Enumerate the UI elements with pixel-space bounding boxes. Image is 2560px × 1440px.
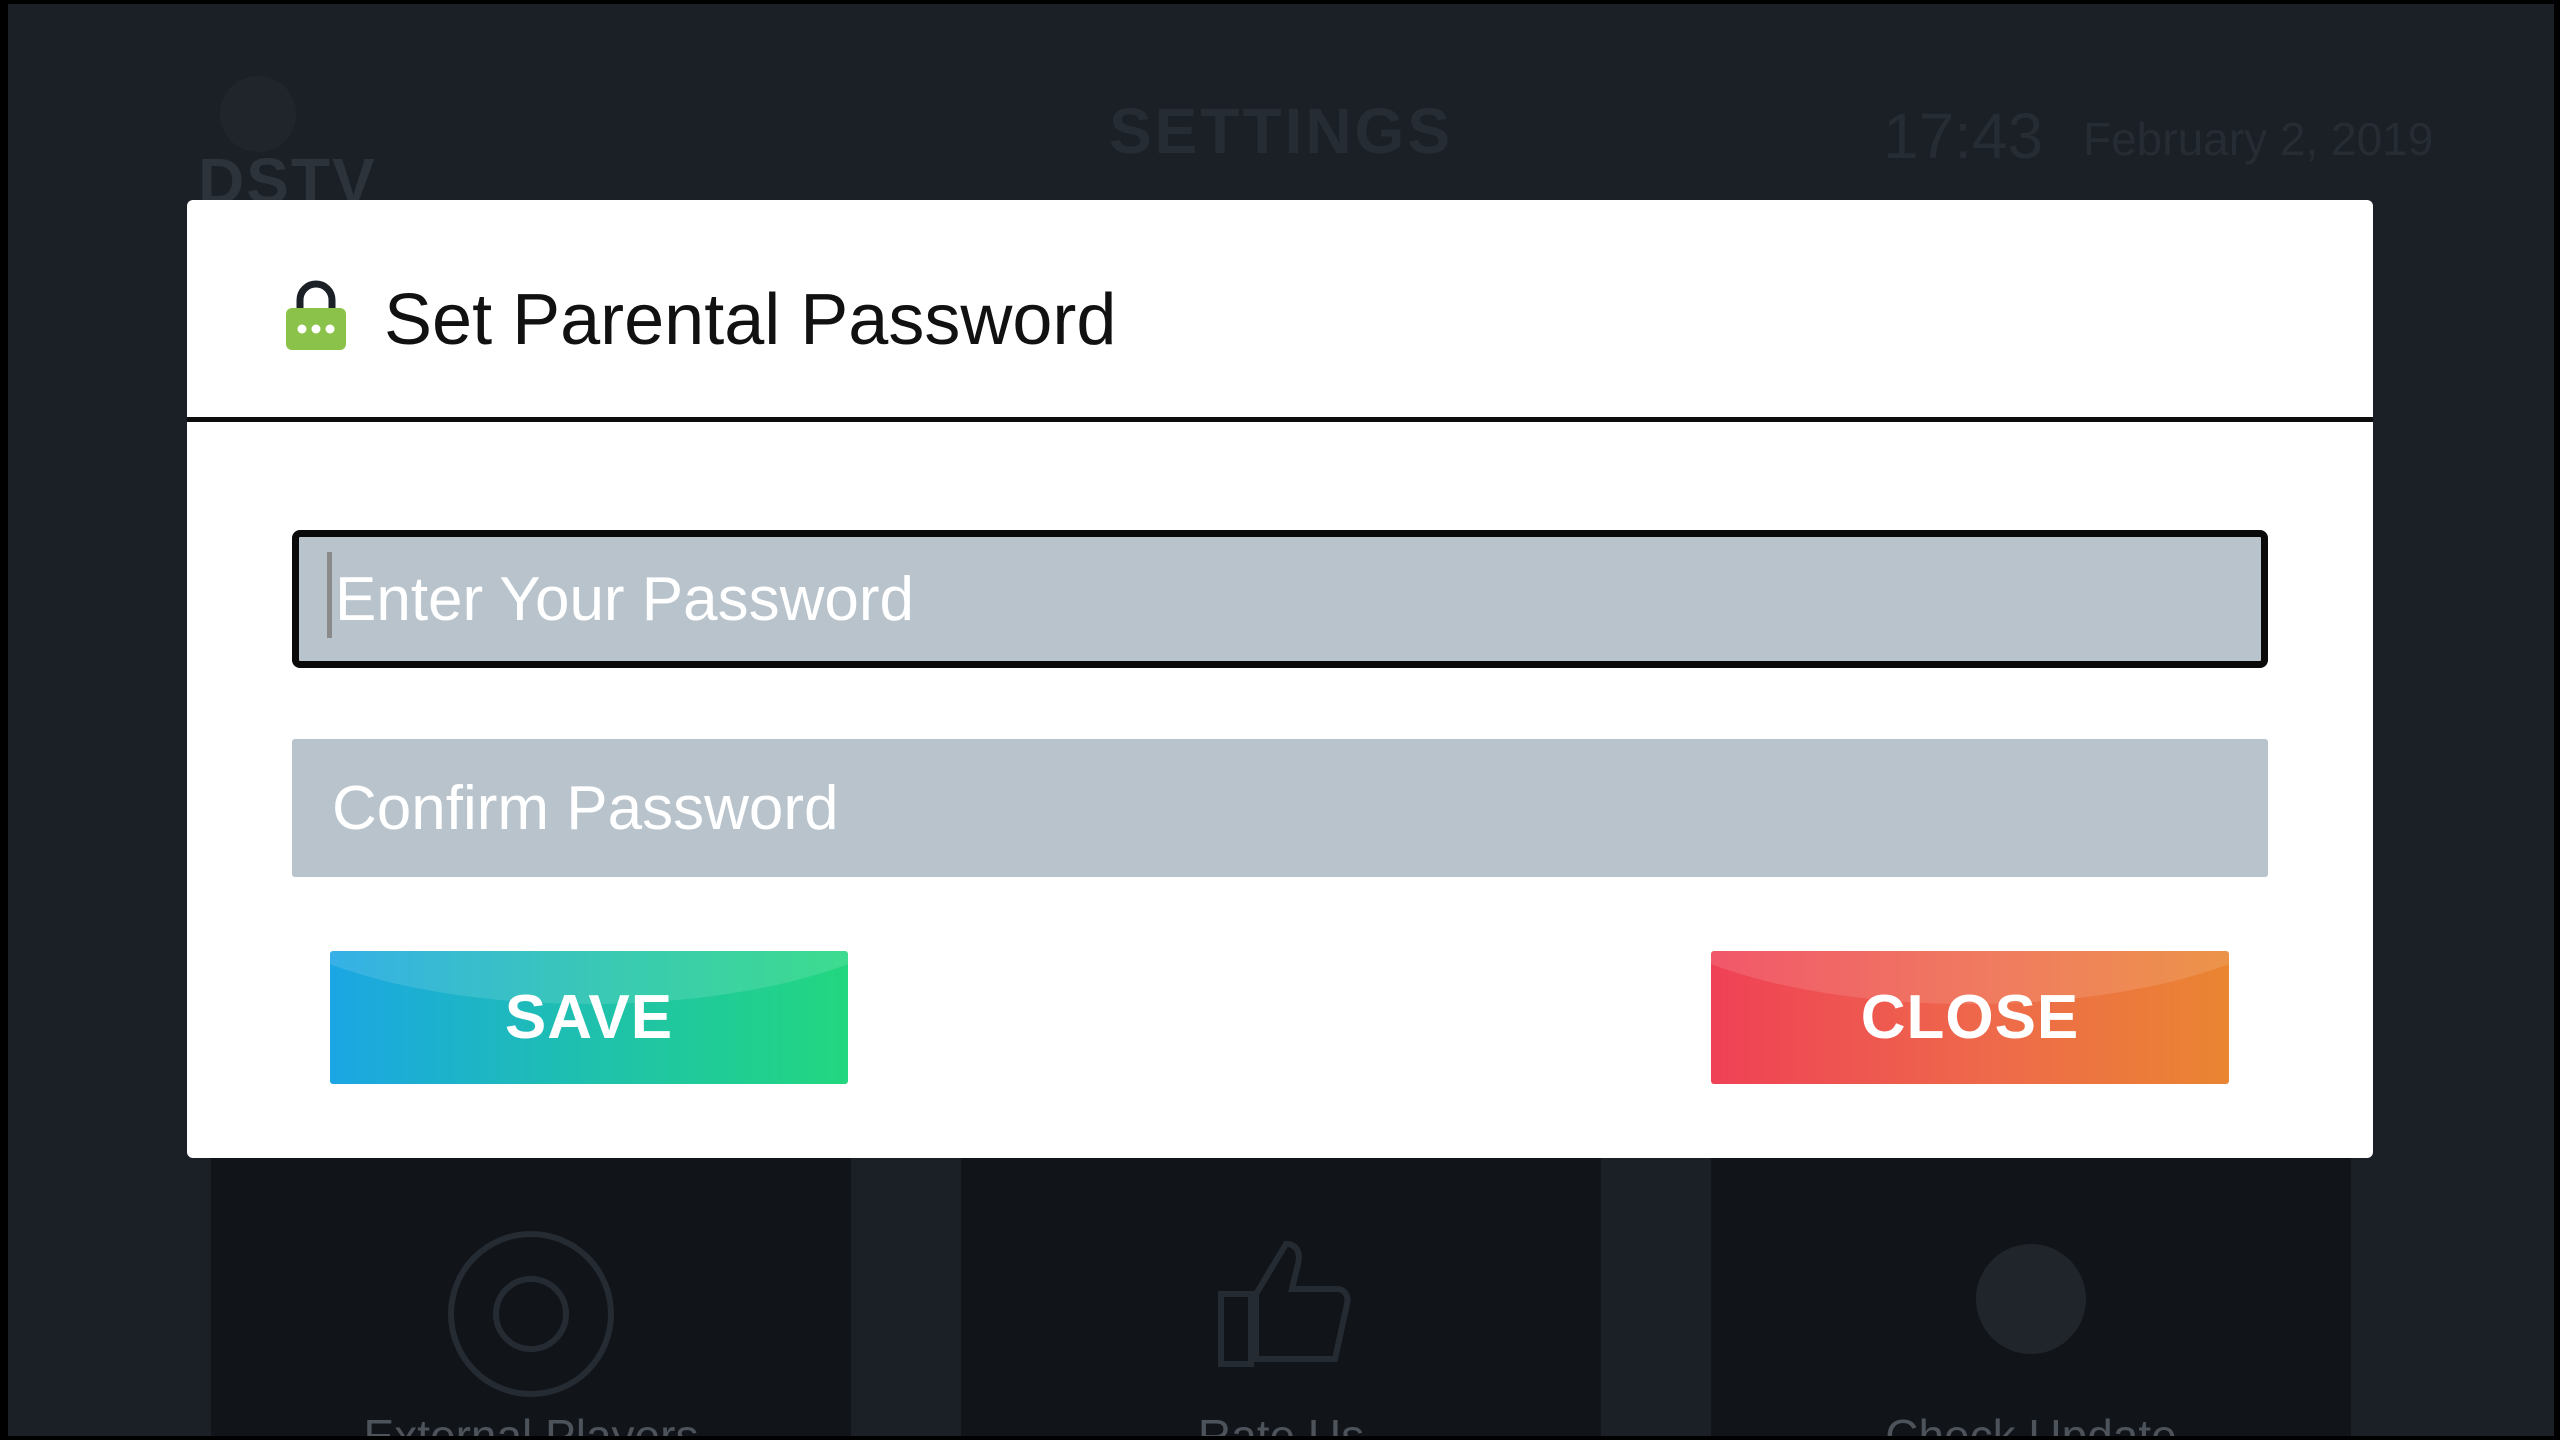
clock-time: 17:43: [1883, 100, 2044, 172]
card-rate-us[interactable]: Rate Us: [961, 1154, 1601, 1436]
card-check-update[interactable]: Check Update: [1711, 1154, 2351, 1436]
thumbs-up-icon: [1218, 1240, 1351, 1367]
clock-date: February 2, 2019: [2083, 113, 2434, 165]
card-label: Check Update: [1885, 1410, 2177, 1436]
save-button[interactable]: SAVE: [330, 951, 848, 1084]
close-button-label: CLOSE: [1860, 983, 2080, 1052]
dialog-title: Set Parental Password: [384, 280, 1117, 360]
text-caret: [327, 552, 332, 638]
password-input[interactable]: [292, 530, 2268, 668]
external-player-icon: [448, 1231, 614, 1397]
save-button-label: SAVE: [504, 983, 674, 1052]
close-button[interactable]: CLOSE: [1711, 951, 2229, 1084]
dialog-header: Set Parental Password: [187, 200, 2373, 417]
header-divider: [187, 417, 2373, 422]
parental-password-dialog: Set Parental Password SAVE CLOSE: [187, 200, 2373, 1158]
card-label: Rate Us: [1197, 1410, 1365, 1436]
lock-icon: [286, 280, 346, 350]
card-external-players[interactable]: External Players: [211, 1154, 851, 1436]
confirm-password-input[interactable]: [292, 739, 2268, 877]
update-icon: [1976, 1244, 2086, 1354]
card-label: External Players: [363, 1410, 699, 1436]
